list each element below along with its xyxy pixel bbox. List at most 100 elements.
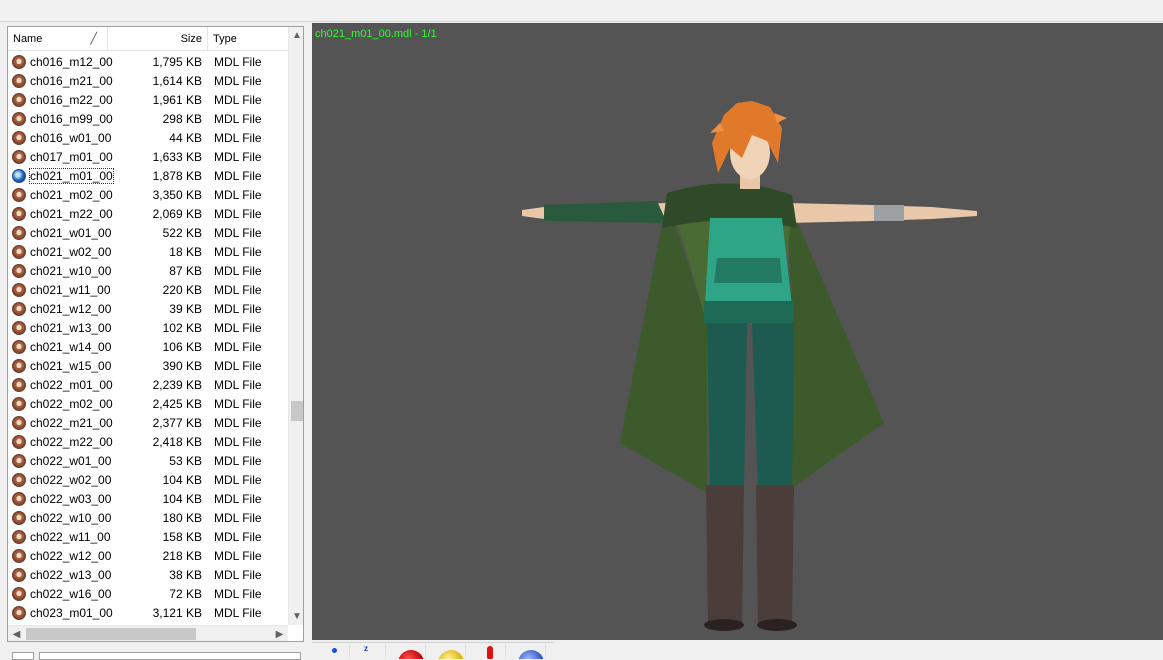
file-name: ch016_m21_00 — [30, 73, 113, 88]
file-size: 218 KB — [162, 548, 202, 563]
bottom-input[interactable] — [39, 652, 301, 660]
boot-right — [756, 485, 794, 623]
bottom-controls — [7, 646, 304, 660]
file-row[interactable]: ch021_m22_00 2,069 KB MDL File — [8, 204, 288, 223]
vertical-scrollbar[interactable]: ▲ ▼ — [288, 27, 303, 625]
file-row[interactable]: ch016_m99_00 298 KB MDL File — [8, 109, 288, 128]
file-row[interactable]: ch021_m01_00 1,878 KB MDL File — [8, 166, 288, 185]
file-row[interactable]: ch023_m01_00 3,121 KB MDL File — [8, 603, 288, 622]
file-row[interactable]: ch022_m02_00 2,425 KB MDL File — [8, 394, 288, 413]
file-row[interactable]: ch016_m21_00 1,614 KB MDL File — [8, 71, 288, 90]
file-type: MDL File — [214, 377, 262, 392]
file-type: MDL File — [214, 168, 262, 183]
file-name: ch022_w13_00 — [30, 567, 112, 582]
character-face-icon — [12, 244, 26, 259]
file-name: ch022_w12_00 — [30, 548, 112, 563]
file-row[interactable]: ch022_w12_00 218 KB MDL File — [8, 546, 288, 565]
file-name: ch016_m99_00 — [30, 111, 113, 126]
file-row[interactable]: ch022_w16_00 72 KB MDL File — [8, 584, 288, 603]
file-name: ch022_m01_00 — [30, 377, 113, 392]
file-type: MDL File — [214, 586, 262, 601]
file-row[interactable]: ch016_m22_00 1,961 KB MDL File — [8, 90, 288, 109]
file-rows: ch016_m12_00 1,795 KB MDL File ch016_m21_00… — [8, 52, 288, 622]
file-type: MDL File — [214, 453, 262, 468]
file-size: 3,121 KB — [152, 605, 202, 620]
file-type: MDL File — [214, 510, 262, 525]
file-name-cell: ch022_w13_00 — [8, 567, 112, 582]
file-row[interactable]: ch022_w13_00 38 KB MDL File — [8, 565, 288, 584]
file-row[interactable]: ch022_m01_00 2,239 KB MDL File — [8, 375, 288, 394]
file-name-cell: ch016_m22_00 — [8, 92, 113, 107]
file-name: ch017_m01_00 — [30, 149, 113, 164]
scroll-left-arrow-icon[interactable]: ◀ — [8, 626, 25, 641]
model-viewport[interactable]: ch021_m01_00.mdl - 1/1 — [312, 23, 1163, 640]
file-type: MDL File — [214, 244, 262, 259]
file-row[interactable]: ch021_m02_00 3,350 KB MDL File — [8, 185, 288, 204]
toolbar-button-axis[interactable]: z — [352, 644, 386, 659]
file-row[interactable]: ch022_w01_00 53 KB MDL File — [8, 451, 288, 470]
file-type: MDL File — [214, 73, 262, 88]
file-row[interactable]: ch021_w14_00 106 KB MDL File — [8, 337, 288, 356]
axis-icon: z — [364, 644, 368, 653]
file-type: MDL File — [214, 434, 262, 449]
horizontal-scrollbar[interactable]: ◀ ▶ — [8, 625, 288, 641]
file-row[interactable]: ch022_w11_00 158 KB MDL File — [8, 527, 288, 546]
character-face-icon — [12, 548, 26, 563]
toolbar-button-red[interactable] — [392, 644, 426, 659]
file-type: MDL File — [214, 206, 262, 221]
file-name-cell: ch022_m01_00 — [8, 377, 113, 392]
character-face-icon — [12, 396, 26, 411]
character-face-icon — [12, 358, 26, 373]
scroll-down-arrow-icon[interactable]: ▼ — [289, 608, 303, 625]
character-face-icon — [12, 225, 26, 240]
file-row[interactable]: ch021_w01_00 522 KB MDL File — [8, 223, 288, 242]
file-name-cell: ch022_w11_00 — [8, 529, 111, 544]
file-row[interactable]: ch022_m22_00 2,418 KB MDL File — [8, 432, 288, 451]
file-type: MDL File — [214, 415, 262, 430]
column-header-type[interactable]: Type — [208, 27, 288, 51]
file-row[interactable]: ch017_m01_00 1,633 KB MDL File — [8, 147, 288, 166]
file-row[interactable]: ch021_w13_00 102 KB MDL File — [8, 318, 288, 337]
bandage — [874, 205, 904, 221]
file-row[interactable]: ch022_w02_00 104 KB MDL File — [8, 470, 288, 489]
file-type: MDL File — [214, 225, 262, 240]
toolbar-button-blue[interactable] — [512, 644, 546, 659]
bottom-button[interactable] — [12, 652, 34, 660]
character-face-icon — [12, 92, 26, 107]
file-name-cell: ch021_m02_00 — [8, 187, 113, 202]
vertical-scroll-thumb[interactable] — [291, 401, 303, 421]
file-size: 2,239 KB — [152, 377, 202, 392]
file-row[interactable]: ch016_w01_00 44 KB MDL File — [8, 128, 288, 147]
file-name-cell: ch022_w02_00 — [8, 472, 111, 487]
file-row[interactable]: ch022_w03_00 104 KB MDL File — [8, 489, 288, 508]
column-header-size[interactable]: Size — [108, 27, 208, 51]
file-name: ch021_w14_00 — [30, 339, 112, 354]
file-row[interactable]: ch021_w12_00 39 KB MDL File — [8, 299, 288, 318]
file-row[interactable]: ch021_w15_00 390 KB MDL File — [8, 356, 288, 375]
file-name-cell: ch016_m21_00 — [8, 73, 113, 88]
file-row[interactable]: ch022_w10_00 180 KB MDL File — [8, 508, 288, 527]
file-name: ch021_m02_00 — [30, 187, 113, 202]
horizontal-scroll-thumb[interactable] — [26, 628, 196, 640]
file-row[interactable]: ch021_w11_00 220 KB MDL File — [8, 280, 288, 299]
toolbar-button-yellow[interactable] — [432, 644, 466, 659]
file-row[interactable]: ch021_w02_00 18 KB MDL File — [8, 242, 288, 261]
toolbar-button-points[interactable] — [316, 644, 350, 659]
character-face-icon — [12, 586, 26, 601]
column-header-name-label: Name — [13, 33, 43, 45]
file-size: 158 KB — [162, 529, 202, 544]
scroll-right-arrow-icon[interactable]: ▶ — [271, 626, 288, 641]
column-header-name[interactable]: Name ╱ — [8, 27, 108, 51]
file-name: ch021_w12_00 — [30, 301, 112, 316]
file-row[interactable]: ch016_m12_00 1,795 KB MDL File — [8, 52, 288, 71]
file-type: MDL File — [214, 187, 262, 202]
file-row[interactable]: ch022_m21_00 2,377 KB MDL File — [8, 413, 288, 432]
file-name-cell: ch016_w01_00 — [8, 130, 111, 145]
scroll-up-arrow-icon[interactable]: ▲ — [289, 27, 303, 44]
leg-right — [752, 323, 794, 488]
file-row[interactable]: ch021_w10_00 87 KB MDL File — [8, 261, 288, 280]
file-size: 298 KB — [162, 111, 202, 126]
list-header: Name ╱ Size Type — [8, 27, 288, 51]
file-size: 1,961 KB — [152, 92, 202, 107]
toolbar-button-light[interactable] — [472, 644, 506, 659]
